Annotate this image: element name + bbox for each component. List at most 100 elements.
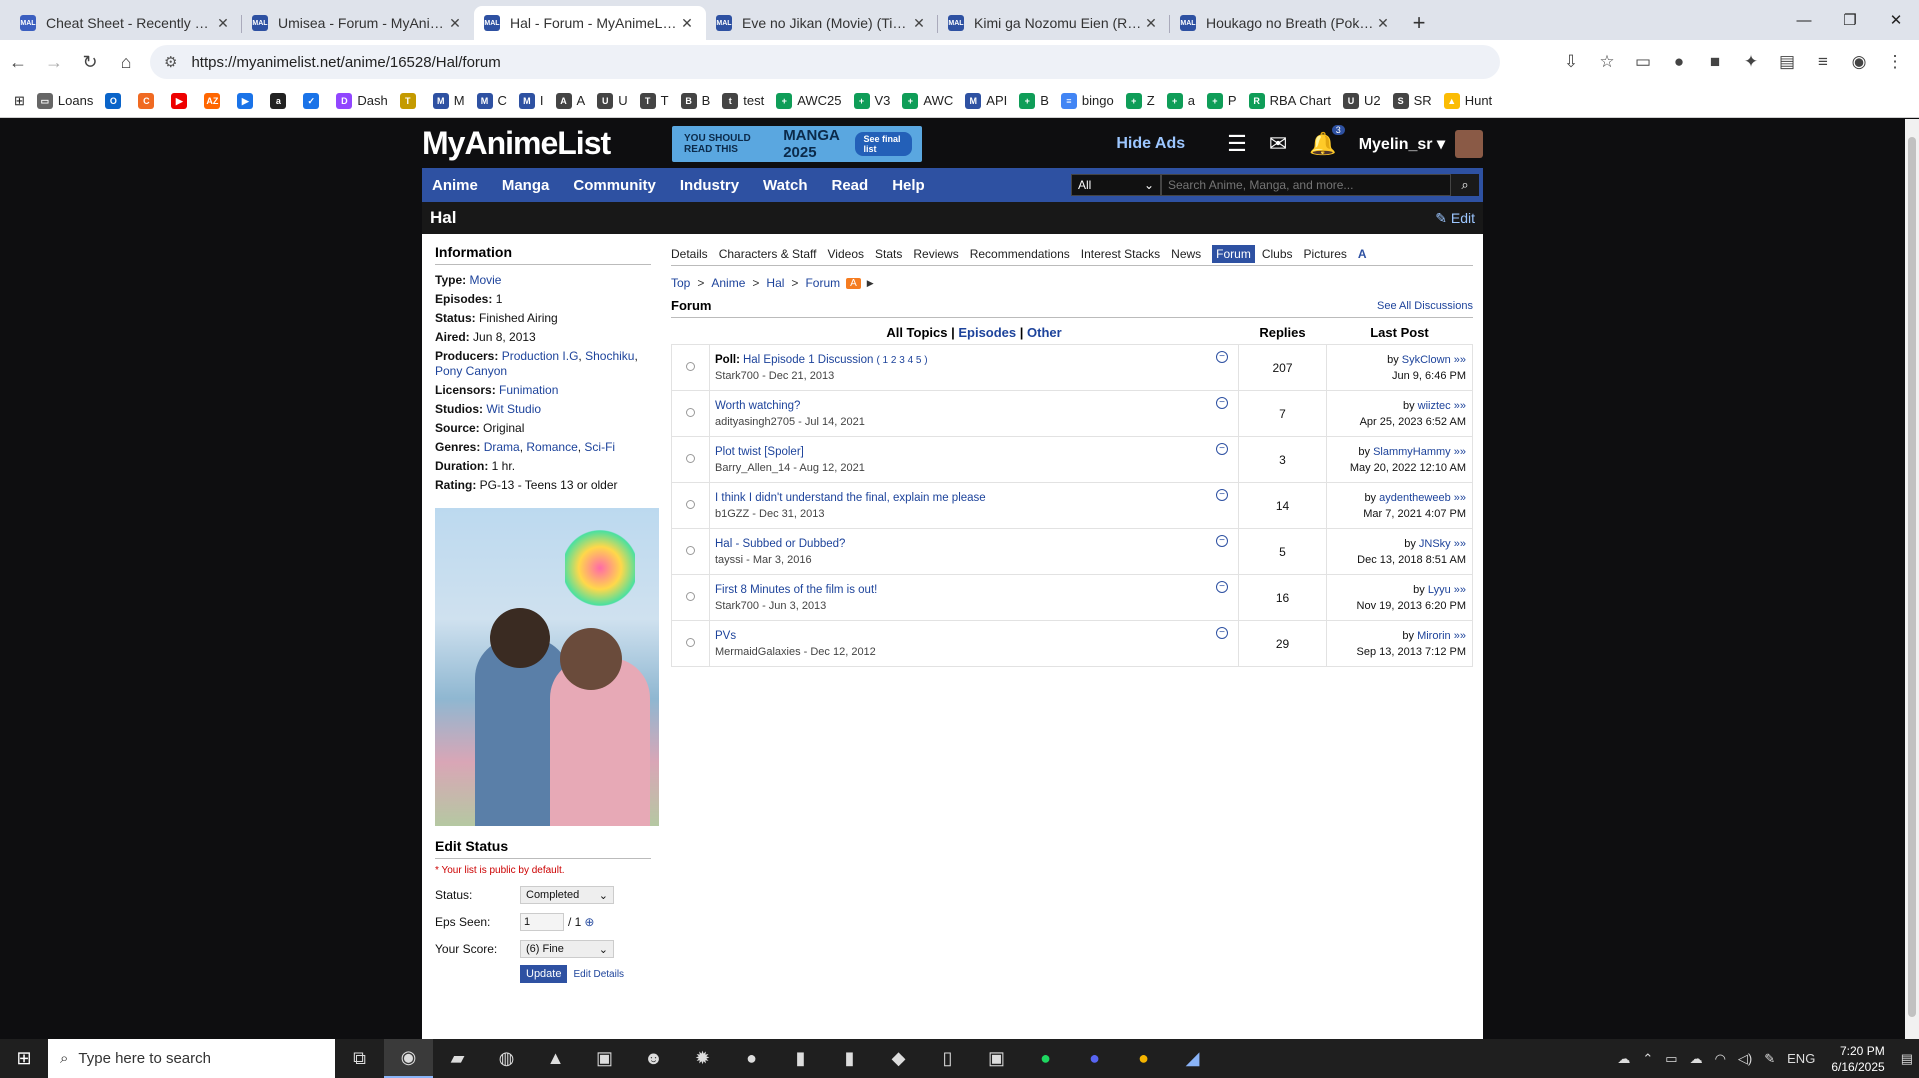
tab-kimi-ga-nozomu[interactable]: MAL Kimi ga Nozomu Eien (Rumblin✕ <box>938 6 1170 40</box>
subnav-details[interactable]: Details <box>671 247 708 261</box>
clock[interactable]: 7:20 PM 6/16/2025 <box>1831 1043 1884 1075</box>
topic-link[interactable]: Hal - Subbed or Dubbed? <box>715 538 845 550</box>
tab-all-topics[interactable]: All Topics <box>886 325 947 340</box>
topic-radio[interactable] <box>686 499 695 509</box>
bookmark-sr[interactable]: S SR <box>1392 92 1432 109</box>
subnav-pictures[interactable]: Pictures <box>1304 247 1347 261</box>
bookmark-outlook[interactable]: O <box>105 92 126 109</box>
eps-seen-input[interactable]: 1 <box>520 913 564 931</box>
bookmark-awc25[interactable]: + AWC25 <box>776 92 842 109</box>
genre-link[interactable]: Sci-Fi <box>584 440 615 454</box>
sidepanel-icon[interactable]: ▤ <box>1769 52 1805 72</box>
menu-community[interactable]: Community <box>573 177 656 194</box>
file-explorer-icon[interactable]: ▰ <box>433 1039 482 1078</box>
extension-icon[interactable]: ■ <box>1697 52 1733 72</box>
user-menu[interactable]: Myelin_sr ▾ <box>1359 134 1445 154</box>
subnav-recommendations[interactable]: Recommendations <box>970 247 1070 261</box>
subnav-interest-stacks[interactable]: Interest Stacks <box>1081 247 1160 261</box>
taskbar-search[interactable]: ⌕ Type here to search <box>48 1039 335 1078</box>
topic-link[interactable]: Hal Episode 1 Discussion <box>743 354 873 366</box>
bookmark-i[interactable]: MI <box>518 92 544 109</box>
reload-icon[interactable]: ↻ <box>72 44 108 80</box>
bookmark-hunt[interactable]: ▲ Hunt <box>1443 92 1492 109</box>
task-view-icon[interactable]: ⧉ <box>335 1039 384 1078</box>
extension-icon[interactable]: ● <box>1661 52 1697 72</box>
app-icon[interactable]: ▣ <box>580 1039 629 1078</box>
menu-anime[interactable]: Anime <box>432 177 478 194</box>
install-icon[interactable]: ⇩ <box>1553 52 1589 72</box>
rss-icon[interactable]: A <box>846 277 861 289</box>
genre-link[interactable]: Drama <box>484 440 520 454</box>
menu-manga[interactable]: Manga <box>502 177 550 194</box>
app-icon[interactable]: ● <box>727 1039 776 1078</box>
weather-icon[interactable]: ☁ <box>1617 1051 1630 1067</box>
close-icon[interactable]: ✕ <box>446 15 464 32</box>
bookmark-u[interactable]: UU <box>597 92 628 109</box>
tab-episodes[interactable]: Episodes <box>958 325 1016 340</box>
subnav-reviews[interactable]: Reviews <box>913 247 958 261</box>
close-icon[interactable]: ✕ <box>214 15 232 32</box>
app-icon[interactable]: ✹ <box>678 1039 727 1078</box>
search-input[interactable] <box>1161 174 1451 196</box>
topic-link[interactable]: I think I didn't understand the final, e… <box>715 492 986 504</box>
bookmark-awc[interactable]: + AWC <box>902 92 953 109</box>
topic-radio[interactable] <box>686 361 695 371</box>
topic-radio[interactable] <box>686 453 695 463</box>
close-icon[interactable]: ✕ <box>678 15 696 32</box>
menu-read[interactable]: Read <box>832 177 869 194</box>
topic-link[interactable]: PVs <box>715 630 736 642</box>
increment-icon[interactable]: ⊕ <box>584 915 594 929</box>
app-icon[interactable]: ▣ <box>972 1039 1021 1078</box>
genre-link[interactable]: Romance <box>526 440 577 454</box>
network-icon[interactable]: ◠ <box>1715 1051 1726 1067</box>
app-icon[interactable]: ☻ <box>629 1039 678 1078</box>
tray-icon[interactable]: ▭ <box>1665 1051 1677 1067</box>
volume-icon[interactable]: ◁) <box>1738 1051 1752 1067</box>
bookmark-folder[interactable]: ▭ Loans <box>36 92 93 109</box>
bell-icon[interactable]: 🔔 3 <box>1309 124 1345 157</box>
crumb-anime[interactable]: Anime <box>711 276 745 290</box>
anime-search-icon[interactable]: A <box>1358 247 1367 261</box>
app-icon[interactable]: ● <box>1119 1039 1168 1078</box>
collapse-icon[interactable]: − <box>1216 443 1228 455</box>
tab-umisea[interactable]: MAL Umisea - Forum - MyAnimeList✕ <box>242 6 474 40</box>
minimize-icon[interactable]: — <box>1781 0 1827 40</box>
profile-icon[interactable]: ◉ <box>1841 52 1877 72</box>
cast-icon[interactable]: ▭ <box>1625 52 1661 72</box>
bookmark-bingo[interactable]: ≡ bingo <box>1060 92 1114 109</box>
see-all-discussions-link[interactable]: See All Discussions <box>1377 300 1473 312</box>
bookmark-play[interactable]: ▶ <box>237 92 258 109</box>
tab-hal-forum[interactable]: MAL Hal - Forum - MyAnimeList.net✕ <box>474 6 706 40</box>
subnav-clubs[interactable]: Clubs <box>1262 247 1293 261</box>
banner-cta[interactable]: See final list <box>855 132 912 156</box>
topic-link[interactable]: First 8 Minutes of the film is out! <box>715 584 877 596</box>
app-icon[interactable]: ◢ <box>1168 1039 1217 1078</box>
notepad-icon[interactable]: ▯ <box>923 1039 972 1078</box>
bookmark-rba-chart[interactable]: R RBA Chart <box>1248 92 1331 109</box>
producer-link[interactable]: Shochiku <box>585 349 634 363</box>
back-icon[interactable]: ← <box>0 44 36 80</box>
menu-industry[interactable]: Industry <box>680 177 739 194</box>
bookmark-a[interactable]: AA <box>555 92 585 109</box>
bookmark-b2[interactable]: + B <box>1019 92 1049 109</box>
topic-radio[interactable] <box>686 637 695 647</box>
app-icon[interactable]: ◆ <box>874 1039 923 1078</box>
windows-start-icon[interactable]: ⊞ <box>0 1039 48 1078</box>
spotify-icon[interactable]: ● <box>1021 1039 1070 1078</box>
page-links[interactable]: ( 1 2 3 4 5 ) <box>876 355 927 366</box>
cloud-icon[interactable]: ☁ <box>1690 1051 1703 1067</box>
apps-icon[interactable]: ⊞ <box>14 93 25 109</box>
notifications-icon[interactable]: ▤ <box>1901 1051 1913 1067</box>
media-icon[interactable]: ≡ <box>1805 52 1841 72</box>
search-category-select[interactable]: All ⌄ <box>1071 174 1161 196</box>
ad-banner[interactable]: YOU SHOULD READ THIS MANGA 2025 See fina… <box>672 126 922 162</box>
last-post-user[interactable]: aydentheweeb <box>1379 492 1451 504</box>
app-icon[interactable]: ▮ <box>776 1039 825 1078</box>
menu-help[interactable]: Help <box>892 177 925 194</box>
crumb-hal[interactable]: Hal <box>766 276 784 290</box>
avatar[interactable] <box>1455 129 1483 158</box>
last-post-user[interactable]: wiiztec <box>1418 400 1451 412</box>
subnav-stats[interactable]: Stats <box>875 247 902 261</box>
chevron-up-icon[interactable]: ⌃ <box>1642 1051 1653 1067</box>
topic-link[interactable]: Worth watching? <box>715 400 800 412</box>
